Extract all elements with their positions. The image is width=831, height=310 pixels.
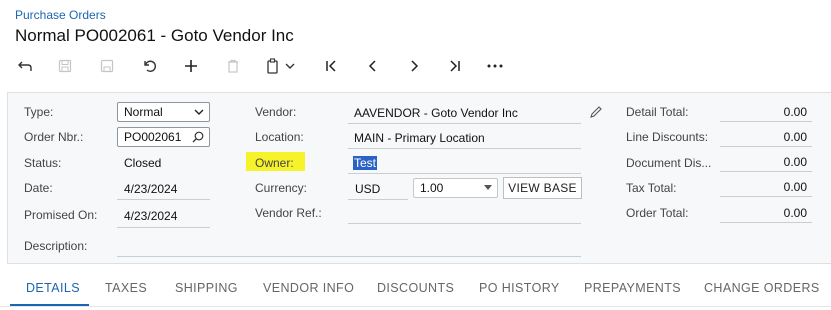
next-record-icon [411,60,419,72]
location-underline [348,148,581,149]
vendor-ref-field[interactable] [354,206,579,222]
order-total-label: Order Total: [626,206,689,220]
order-nbr-field[interactable]: PO002061 [117,127,210,147]
chevron-down-icon [285,63,295,69]
tab-prepayments[interactable]: PREPAYMENTS [584,281,681,295]
location-label: Location: [255,130,304,144]
pencil-icon [590,106,602,118]
date-field[interactable]: 4/23/2024 [124,182,177,196]
document-discount-value: 0.00 [720,152,812,172]
tax-total-value: 0.00 [720,177,812,197]
save-close-button[interactable] [52,54,78,78]
detail-total-label: Detail Total: [626,105,689,119]
chevron-down-icon [194,109,204,115]
tab-details[interactable]: DETAILS [26,281,80,295]
owner-underline [348,173,581,174]
first-record-button[interactable] [318,54,344,78]
search-icon [192,131,204,143]
order-nbr-label: Order Nbr.: [24,130,84,144]
promised-on-underline [117,227,210,228]
tab-taxes[interactable]: TAXES [105,281,147,295]
save-icon [100,59,114,73]
owner-label: Owner: [255,156,294,170]
more-button[interactable] [482,54,508,78]
vendor-underline [348,123,581,124]
tab-po-history[interactable]: PO HISTORY [479,281,560,295]
tab-bar-divider [0,306,831,307]
caret-down-icon [484,185,492,190]
type-value: Normal [124,105,163,119]
promised-on-field[interactable]: 4/23/2024 [124,209,177,223]
delete-icon [228,59,238,73]
save-button[interactable] [94,54,120,78]
tab-bar: DETAILS TAXES SHIPPING VENDOR INFO DISCO… [0,268,831,310]
vendor-ref-label: Vendor Ref.: [255,206,322,220]
back-button[interactable] [12,54,38,78]
back-icon [18,61,32,71]
tab-change-orders[interactable]: CHANGE ORDERS [704,281,820,295]
tab-vendor-info[interactable]: VENDOR INFO [263,281,354,295]
more-icon [487,64,503,68]
copy-paste-dropdown[interactable] [282,54,298,78]
last-record-icon [450,60,460,72]
status-label: Status: [24,156,62,170]
description-field[interactable] [124,239,579,255]
type-select[interactable]: Normal [117,102,210,122]
delete-button[interactable] [220,54,246,78]
previous-record-icon [368,60,376,72]
currency-label: Currency: [255,181,308,195]
date-label: Date: [24,181,53,195]
last-record-button[interactable] [442,54,468,78]
currency-rate-value: 1.00 [420,181,444,195]
view-base-button[interactable]: VIEW BASE [503,177,582,199]
owner-field[interactable]: Test [353,156,378,170]
currency-underline [348,199,408,200]
save-close-icon [58,59,72,73]
previous-record-button[interactable] [360,54,386,78]
vendor-label: Vendor: [255,105,297,119]
add-button[interactable] [178,54,204,78]
line-discounts-label: Line Discounts: [626,130,709,144]
type-label: Type: [24,105,54,119]
add-icon [185,60,197,72]
date-underline [117,199,210,200]
vendor-field[interactable]: AAVENDOR - Goto Vendor Inc [354,106,518,120]
currency-rate-field[interactable]: 1.00 [413,178,498,198]
order-nbr-value: PO002061 [124,130,182,144]
undo-icon [144,60,157,72]
first-record-icon [326,60,336,72]
toolbar [10,54,510,78]
description-label: Description: [24,239,88,253]
breadcrumb[interactable]: Purchase Orders [15,8,106,22]
document-discount-label: Document Dis... [626,156,712,170]
line-discounts-value: 0.00 [720,127,812,147]
tab-discounts[interactable]: DISCOUNTS [377,281,454,295]
edit-vendor-button[interactable] [589,105,603,119]
description-underline [117,256,581,257]
status-value: Closed [124,156,162,170]
undo-button[interactable] [136,54,162,78]
next-record-button[interactable] [401,54,427,78]
order-total-value: 0.00 [720,203,812,223]
location-field[interactable]: MAIN - Primary Location [354,131,485,145]
tab-shipping[interactable]: SHIPPING [175,281,238,295]
page-title: Normal PO002061 - Goto Vendor Inc [15,26,294,45]
promised-on-label: Promised On: [24,208,98,222]
copy-paste-icon [267,58,278,74]
detail-total-value: 0.00 [720,102,812,122]
currency-field[interactable]: USD [355,182,380,196]
tax-total-label: Tax Total: [626,181,677,195]
vendor-ref-underline [348,223,581,224]
